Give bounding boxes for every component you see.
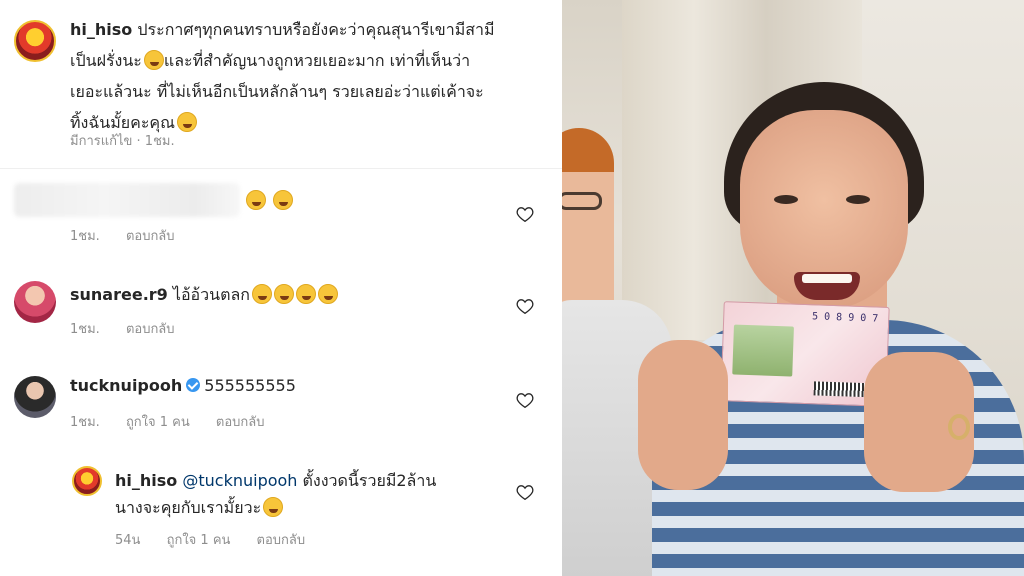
mention-link[interactable]: @tucknuipooh: [182, 471, 297, 490]
divider: [0, 168, 562, 169]
comment-time: 1ชม.: [70, 229, 100, 244]
second-person-glasses: [562, 192, 602, 210]
ticket-illustration: [732, 324, 794, 377]
laughing-tears-emoji-icon: [273, 284, 294, 304]
comment-text: ไอ้อ้วนตลก: [172, 285, 250, 304]
comment-time: 1ชม.: [70, 322, 100, 337]
reply-button[interactable]: ตอบกลับ: [126, 229, 175, 244]
post-author-avatar[interactable]: [14, 20, 56, 62]
lottery-photo: 5 0 8 9 0 7: [562, 0, 1024, 576]
likes-count[interactable]: ถูกใจ 1 คน: [167, 533, 231, 548]
caption-line-1: ประกาศๆทุกคนทราบหรือยังคะว่าคุณสุนารีเขา…: [137, 20, 495, 39]
laughing-tears-emoji-icon: [176, 112, 197, 132]
reply-button[interactable]: ตอบกลับ: [257, 533, 306, 548]
likes-count[interactable]: ถูกใจ 1 คน: [126, 415, 190, 430]
second-person-head: [562, 128, 614, 328]
comment-3-meta: 1ชม. ถูกใจ 1 คน ตอบกลับ: [70, 411, 287, 432]
commenter-username[interactable]: tucknuipooh: [70, 376, 182, 395]
caption-line-2: เป็นฝรั่งนะ: [70, 51, 142, 70]
reply-author-username[interactable]: hi_hiso: [115, 471, 177, 490]
verified-badge-icon: [186, 378, 201, 392]
heart-icon[interactable]: [516, 298, 534, 314]
comment-time: 1ชม.: [70, 415, 100, 430]
reply-author-avatar[interactable]: [72, 466, 102, 496]
ring: [948, 414, 970, 440]
rofl-emoji-icon: [273, 190, 294, 210]
heart-icon[interactable]: [516, 484, 534, 500]
commenter-avatar[interactable]: [14, 376, 56, 418]
left-hand: [638, 340, 728, 490]
commenter-username[interactable]: sunaree.r9: [70, 285, 168, 304]
heart-icon[interactable]: [516, 392, 534, 408]
blurred-username: [14, 183, 240, 217]
main-person-eye: [774, 195, 798, 204]
commenter-avatar[interactable]: [14, 281, 56, 323]
laughing-tears-emoji-icon: [317, 284, 338, 304]
caption-line-2b: และที่สำคัญนางถูกหวยเยอะมาก เท่าที่เห็นว…: [163, 51, 471, 70]
comment-2: sunaree.r9 ไอ้อ้วนตลก: [70, 283, 338, 307]
post-edited-meta: มีการแก้ไข · 1ชม.: [70, 134, 175, 149]
heart-icon[interactable]: [516, 206, 534, 222]
main-person-eye: [846, 195, 870, 204]
reply-text-line-1: ตั้งงวดนี้รวยมี2ล้าน: [302, 471, 437, 490]
zany-face-emoji-icon: [143, 50, 164, 70]
caption-line-3: เยอะแล้วนะ ที่ไม่เห็นอีกเป็นหลักล้านๆ รว…: [70, 82, 484, 101]
comment-2-meta: 1ชม. ตอบกลับ: [70, 318, 197, 339]
reply-button[interactable]: ตอบกลับ: [126, 322, 175, 337]
zany-face-emoji-icon: [263, 497, 284, 517]
reply-button[interactable]: ตอบกลับ: [216, 415, 265, 430]
comment-panel: hi_hiso ประกาศๆทุกคนทราบหรือยังคะว่าคุณส…: [0, 0, 562, 576]
post-caption: hi_hiso ประกาศๆทุกคนทราบหรือยังคะว่าคุณส…: [70, 14, 550, 138]
comment-text: 555555555: [204, 376, 296, 395]
reply-comment: hi_hiso @tucknuipooh ตั้งงวดนี้รวยมี2ล้า…: [115, 467, 505, 521]
comment-1-emojis: [244, 190, 294, 210]
comment-time: 54น: [115, 533, 141, 548]
main-person-teeth: [802, 274, 852, 283]
reply-meta: 54น ถูกใจ 1 คน ตอบกลับ: [115, 529, 327, 550]
laughing-tears-emoji-icon: [251, 284, 272, 304]
laughing-tears-emoji-icon: [295, 284, 316, 304]
post-author-username[interactable]: hi_hiso: [70, 20, 132, 39]
ticket-number: 5 0 8 9 0 7: [811, 311, 879, 325]
grinning-emoji-icon: [246, 190, 266, 210]
comment-3: tucknuipooh 555555555: [70, 374, 296, 398]
reply-text-line-2: นางจะคุยกับเรามั้ยวะ: [115, 498, 262, 517]
comment-1-meta: 1ชม. ตอบกลับ: [70, 225, 197, 246]
